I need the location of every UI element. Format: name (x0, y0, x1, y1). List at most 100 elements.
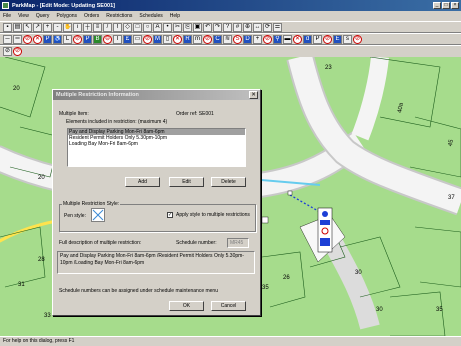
menu-orders[interactable]: Orders (84, 13, 99, 19)
map-house-number: 30 (376, 307, 383, 313)
layers-icon[interactable]: ≡ (93, 22, 102, 32)
dialog-close-button[interactable]: ✕ (249, 91, 258, 99)
motorcycle-icon[interactable]: m (193, 34, 202, 44)
menu-file[interactable]: File (3, 13, 11, 19)
line-icon[interactable]: / (103, 22, 112, 32)
zoom-in-icon[interactable]: + (43, 22, 52, 32)
no-loading-icon[interactable]: ⊘ (203, 34, 212, 44)
pay-display-icon[interactable]: £ (123, 34, 132, 44)
print-icon[interactable]: ▤ (13, 22, 22, 32)
save-icon[interactable]: ▪ (3, 22, 12, 32)
doctor-bay-icon[interactable]: D (243, 34, 252, 44)
menu-query[interactable]: Query (36, 13, 50, 19)
info-icon[interactable]: i (73, 22, 82, 32)
redo-icon[interactable]: ↷ (213, 22, 222, 32)
suspension-icon[interactable]: ✕ (293, 34, 302, 44)
map-house-number: 31 (18, 282, 25, 288)
map-house-number: 26 (283, 275, 290, 281)
pointer-icon[interactable]: ↖ (23, 22, 32, 32)
node-icon[interactable]: • (163, 22, 172, 32)
tow-away-icon[interactable]: ⊘ (353, 34, 362, 44)
polygon-icon[interactable]: ◇ (123, 22, 132, 32)
select-icon[interactable]: ↗ (33, 22, 42, 32)
goods-vehicle-icon[interactable]: ⊘ (323, 34, 332, 44)
permit-holders-icon[interactable]: P (83, 34, 92, 44)
parking-icon[interactable]: P (43, 34, 52, 44)
find-icon[interactable]: ? (223, 22, 232, 32)
text-icon[interactable]: A (153, 22, 162, 32)
paste-icon[interactable]: ▣ (193, 22, 202, 32)
list-item[interactable]: Loading Bay Mon-Fri 8am-6pm (68, 141, 245, 147)
dialog-title: Multiple Restriction Information (53, 90, 260, 100)
prohibited-icon[interactable]: ⊘ (143, 34, 152, 44)
menu-help[interactable]: Help (170, 13, 180, 19)
polyline-icon[interactable]: ⌇ (113, 22, 122, 32)
measure-icon[interactable]: ↔ (253, 22, 262, 32)
cut-icon[interactable]: ✂ (173, 22, 182, 32)
maximize-button[interactable]: □ (442, 2, 450, 9)
loading-bay-icon[interactable]: L (63, 34, 72, 44)
menu-schedules[interactable]: Schedules (139, 13, 162, 19)
add-button[interactable]: Add (125, 177, 160, 187)
sign-icon[interactable]: ▭ (133, 34, 142, 44)
schedule-number-field[interactable]: MR45 (227, 238, 249, 248)
bay-marking-icon[interactable]: ▯ (163, 34, 172, 44)
edit-button[interactable]: Edit (169, 177, 204, 187)
menu-restrictions[interactable]: Restrictions (106, 13, 132, 19)
ellipse-icon[interactable]: ○ (143, 22, 152, 32)
pan-icon[interactable]: ✋ (63, 22, 72, 32)
map-house-number: 35 (436, 307, 443, 313)
diplomat-icon[interactable]: d (303, 34, 312, 44)
menu-bar: File View Query Polygons Orders Restrict… (0, 11, 461, 21)
elements-label: Elements included in restriction: (maxim… (66, 119, 168, 125)
pen-style-swatch[interactable] (91, 208, 105, 222)
clear-restriction-icon[interactable]: ⊘ (13, 47, 22, 56)
no-stopping-icon[interactable]: ✕ (33, 34, 42, 44)
zoom-out-icon[interactable]: - (53, 22, 62, 32)
minimize-button[interactable]: _ (433, 2, 441, 9)
pen-style-label: Pen style: (64, 213, 86, 219)
no-parking-icon[interactable]: ⊘ (23, 34, 32, 44)
school-keep-clear-icon[interactable]: S (233, 34, 242, 44)
map-house-number: 35 (262, 285, 269, 291)
clearway-icon[interactable]: ✕ (173, 34, 182, 44)
snap-icon[interactable]: ⊕ (243, 22, 252, 32)
rectangle-icon[interactable]: □ (133, 22, 142, 32)
meter-icon[interactable]: M (153, 34, 162, 44)
refresh-icon[interactable]: ⟳ (263, 22, 272, 32)
ruler-icon[interactable]: ┼ (83, 22, 92, 32)
car-club-icon[interactable]: C (213, 34, 222, 44)
close-window-button[interactable]: × (451, 2, 459, 9)
menu-polygons[interactable]: Polygons (56, 13, 77, 19)
zigzag-icon[interactable]: ≋ (223, 34, 232, 44)
coach-bay-icon[interactable]: ▬ (283, 34, 292, 44)
elements-list[interactable]: Pay and Display Parking Mon-Fri 8am-6pm … (67, 128, 246, 167)
apply-style-checkbox[interactable]: ✓ (167, 212, 173, 218)
title-bar: ParkMap - [Edit Mode: Updating SE001] (0, 0, 461, 11)
no-waiting-icon[interactable]: ⊘ (73, 34, 82, 44)
ambulance-icon[interactable]: + (253, 34, 262, 44)
solo-motorcycle-icon[interactable]: s (343, 34, 352, 44)
bus-stop-icon[interactable]: B (93, 34, 102, 44)
menu-view[interactable]: View (18, 13, 29, 19)
police-icon[interactable]: P (313, 34, 322, 44)
electric-bay-icon[interactable]: E (333, 34, 342, 44)
copy-icon[interactable]: ⎘ (183, 22, 192, 32)
legend-icon[interactable]: ☰ (273, 22, 282, 32)
taxi-rank-icon[interactable]: T (113, 34, 122, 44)
restriction-line-icon[interactable]: ─ (3, 34, 12, 44)
delete-button[interactable]: Delete (211, 177, 246, 187)
resident-icon[interactable]: R (183, 34, 192, 44)
no-entry-icon[interactable]: ⊖ (103, 34, 112, 44)
red-route-icon[interactable]: ⊘ (263, 34, 272, 44)
ok-button[interactable]: OK (169, 301, 204, 311)
double-yellow-icon[interactable]: ═ (13, 34, 22, 44)
map-house-number: 30 (355, 270, 362, 276)
disabled-bay-icon[interactable]: ♿ (53, 34, 62, 44)
undo-icon[interactable]: ↶ (203, 22, 212, 32)
delete-restriction-icon[interactable]: ⊘ (3, 47, 12, 56)
cycle-icon[interactable]: ⚲ (273, 34, 282, 44)
cancel-button[interactable]: Cancel (211, 301, 246, 311)
toolbar-restrictions: ─ ═ ⊘ ✕ P ♿ L ⊘ P B ⊖ T £ ▭ ⊘ M ▯ ✕ R m … (0, 33, 461, 45)
grid-icon[interactable]: # (233, 22, 242, 32)
